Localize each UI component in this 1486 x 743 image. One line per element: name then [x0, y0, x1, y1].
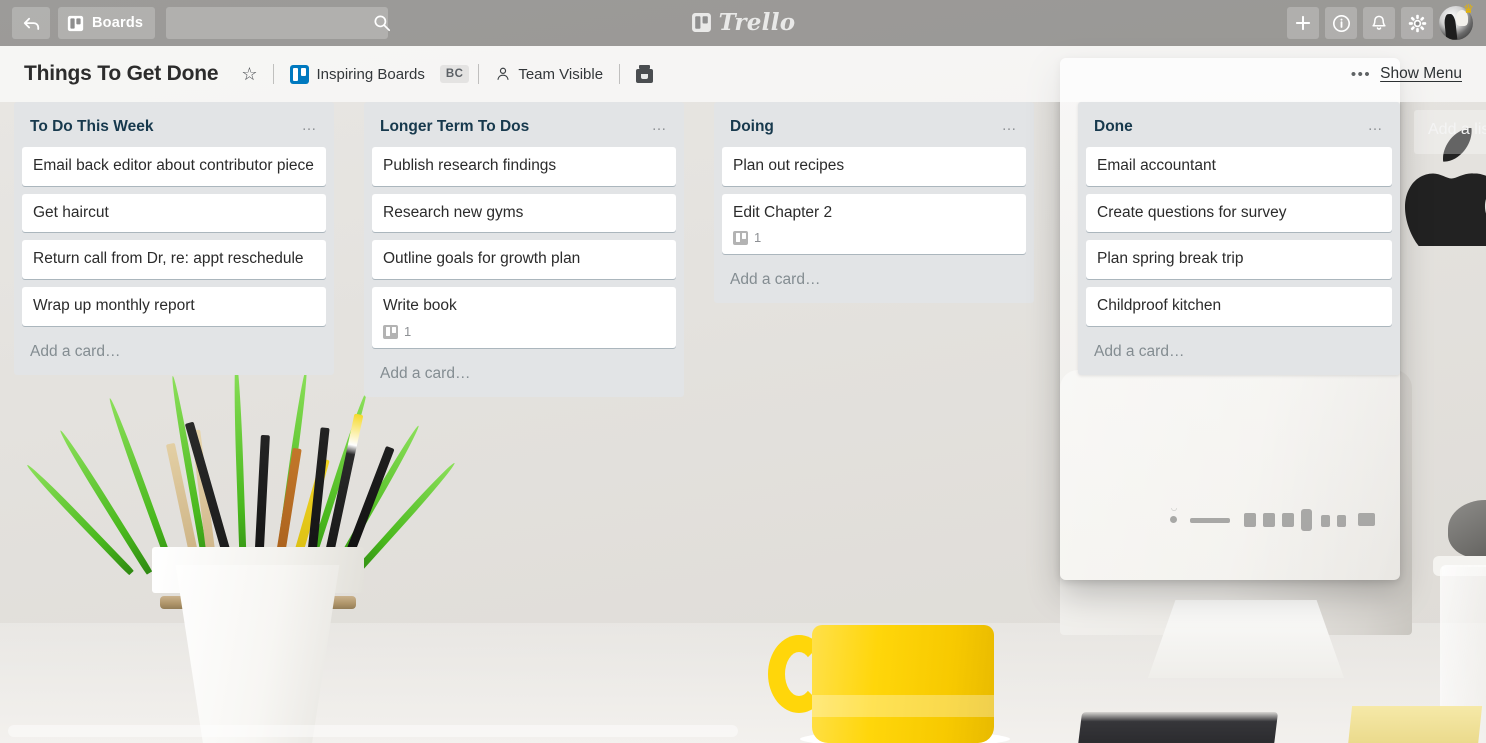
card[interactable]: Outline goals for growth plan	[372, 240, 676, 280]
team-name-label: Inspiring Boards	[316, 65, 425, 83]
list-header: Doing …	[722, 110, 1026, 147]
top-nav-actions: ♛	[1287, 2, 1480, 40]
user-avatar[interactable]: ♛	[1439, 2, 1474, 40]
card-title: Wrap up monthly report	[33, 297, 195, 315]
trello-wordmark: Trello	[718, 9, 796, 36]
card-title: Email accountant	[1097, 156, 1216, 174]
butler-button[interactable]	[629, 60, 660, 88]
overflow-menu-icon[interactable]: •••	[1351, 67, 1371, 82]
card-title: Edit Chapter 2	[733, 203, 833, 221]
card-title: Research new gyms	[383, 203, 524, 221]
settings-button[interactable]	[1401, 7, 1433, 39]
back-arrow-icon	[22, 14, 41, 33]
card[interactable]: Create questions for survey	[1086, 193, 1392, 233]
list-title[interactable]: To Do This Week	[30, 118, 153, 137]
card-title: Create questions for survey	[1097, 203, 1287, 221]
horizontal-scrollbar[interactable]	[0, 723, 1486, 739]
notifications-button[interactable]	[1363, 7, 1395, 39]
list-header: To Do This Week …	[22, 110, 326, 147]
list-header: Longer Term To Dos …	[372, 110, 676, 147]
back-button[interactable]	[12, 7, 50, 39]
card[interactable]: Publish research findings	[372, 146, 676, 186]
info-icon	[1332, 14, 1351, 33]
list-done[interactable]: Done … Email accountant Create questions…	[1078, 102, 1400, 376]
boards-button[interactable]: Boards	[58, 7, 156, 39]
board-icon	[67, 15, 84, 32]
card-title: Get haircut	[33, 203, 109, 221]
board-badge-icon	[733, 230, 748, 245]
card-title: Email back editor about contributor piec…	[33, 156, 314, 174]
card-badges: 1	[383, 324, 666, 339]
header-divider-1	[273, 64, 275, 84]
team-initials-badge[interactable]: BC	[439, 65, 470, 83]
card[interactable]: Email accountant	[1086, 146, 1392, 186]
info-button[interactable]	[1325, 7, 1357, 39]
star-outline-icon: ☆	[241, 63, 258, 84]
list-to-do-this-week[interactable]: To Do This Week … Email back editor abou…	[14, 102, 334, 376]
card-title: Plan out recipes	[733, 156, 845, 174]
header-divider-3	[619, 64, 621, 84]
card[interactable]: Email back editor about contributor piec…	[22, 146, 326, 186]
list-title[interactable]: Done	[1094, 118, 1133, 137]
board-icon	[290, 64, 310, 84]
add-card-button[interactable]: Add a card…	[372, 356, 676, 397]
card[interactable]: Plan out recipes	[722, 146, 1026, 186]
list-title[interactable]: Doing	[730, 118, 774, 137]
card[interactable]: Childproof kitchen	[1086, 287, 1392, 327]
add-card-button[interactable]: Add a card…	[22, 334, 326, 375]
bell-icon	[1370, 14, 1388, 32]
card[interactable]: Research new gyms	[372, 193, 676, 233]
board-visibility-button[interactable]: Team Visible	[488, 61, 610, 88]
show-menu-button[interactable]: ••• Show Menu	[1351, 65, 1472, 83]
trello-board-icon	[691, 12, 712, 33]
card[interactable]: Plan spring break trip	[1086, 240, 1392, 280]
person-icon	[495, 66, 511, 82]
team-link[interactable]: Inspiring Boards	[283, 60, 431, 89]
board-title[interactable]: Things To Get Done	[24, 62, 219, 86]
list-header: Done …	[1086, 110, 1392, 147]
card[interactable]: Wrap up monthly report	[22, 287, 326, 327]
board-header-bar: Things To Get Done ☆ Inspiring Boards BC…	[0, 46, 1486, 102]
card-title: Publish research findings	[383, 156, 557, 174]
card-title: Outline goals for growth plan	[383, 250, 581, 268]
show-menu-label: Show Menu	[1380, 65, 1462, 82]
butler-robot-icon	[636, 65, 654, 83]
card[interactable]: Return call from Dr, re: appt reschedule	[22, 240, 326, 280]
list-menu-icon[interactable]: …	[300, 118, 321, 133]
pencil-pot-decoration	[24, 359, 458, 743]
badge-count: 1	[404, 324, 412, 340]
gear-icon	[1408, 14, 1427, 33]
boards-button-label: Boards	[92, 15, 144, 31]
search-input[interactable]	[166, 7, 389, 39]
gold-crown-icon: ♛	[1463, 2, 1474, 16]
list-doing[interactable]: Doing … Plan out recipes Edit Chapter 2 …	[714, 102, 1034, 304]
horizontal-scrollbar-thumb[interactable]	[8, 725, 738, 737]
list-longer-term-to-dos[interactable]: Longer Term To Dos … Publish research fi…	[364, 102, 684, 398]
card[interactable]: Get haircut	[22, 193, 326, 233]
board-badge-icon	[383, 324, 398, 339]
card[interactable]: Edit Chapter 2 1	[722, 193, 1026, 255]
card-title: Write book	[383, 297, 457, 315]
plus-icon	[1294, 14, 1312, 32]
add-button[interactable]	[1287, 7, 1319, 39]
header-divider-2	[478, 64, 480, 84]
list-menu-icon[interactable]: …	[650, 118, 671, 133]
star-board-button[interactable]: ☆	[234, 59, 264, 90]
board-visibility-label: Team Visible	[518, 65, 604, 83]
add-card-button[interactable]: Add a card…	[722, 262, 1026, 303]
add-list-button[interactable]: Add a list…	[1414, 110, 1486, 154]
list-menu-icon[interactable]: …	[1366, 118, 1387, 133]
add-card-button[interactable]: Add a card…	[1086, 334, 1392, 375]
list-title[interactable]: Longer Term To Dos	[380, 118, 529, 137]
card-title: Return call from Dr, re: appt reschedule	[33, 250, 304, 268]
card-badges: 1	[733, 230, 1016, 245]
list-menu-icon[interactable]: …	[1000, 118, 1021, 133]
card-title: Childproof kitchen	[1097, 297, 1222, 315]
top-navigation-bar: Boards Trello ♛	[0, 0, 1486, 46]
badge-count: 1	[754, 230, 762, 246]
card-title: Plan spring break trip	[1097, 250, 1244, 268]
card[interactable]: Write book 1	[372, 287, 676, 349]
